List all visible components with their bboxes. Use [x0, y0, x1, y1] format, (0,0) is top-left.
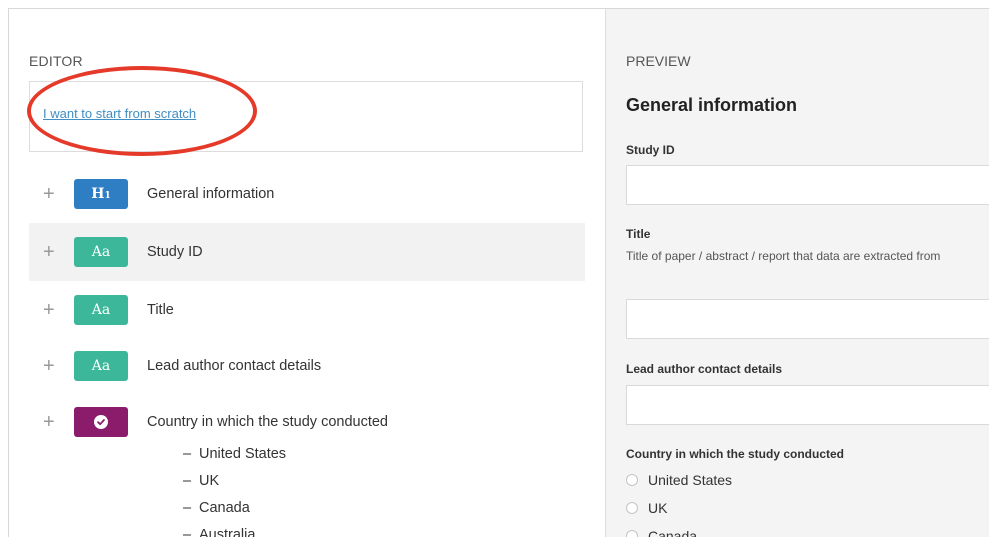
title-description: Title of paper / abstract / report that …	[626, 249, 941, 263]
radio-button[interactable]	[626, 474, 638, 486]
list-item: – UK	[183, 473, 220, 489]
app-frame: EDITOR I want to start from scratch + H1…	[8, 8, 989, 537]
editor-row-country[interactable]: + Country in which the study conducted	[29, 393, 585, 451]
study-id-label: Study ID	[626, 143, 675, 157]
editor-panel: EDITOR I want to start from scratch + H1…	[9, 9, 605, 537]
preview-panel: PREVIEW General information Study ID Tit…	[605, 9, 989, 537]
editor-title: EDITOR	[29, 53, 83, 69]
plus-icon[interactable]: +	[43, 412, 55, 432]
start-from-scratch-link[interactable]: I want to start from scratch	[43, 106, 196, 121]
title-label: Title	[626, 227, 651, 241]
editor-row-label: Study ID	[147, 244, 203, 260]
list-item: – Canada	[183, 500, 250, 516]
text-aa-icon: Aa	[74, 295, 128, 325]
plus-icon[interactable]: +	[43, 300, 55, 320]
text-aa-icon: Aa	[74, 351, 128, 381]
list-item: – United States	[183, 446, 287, 462]
country-radio-option[interactable]: United States	[626, 469, 732, 491]
country-radio-option[interactable]: UK	[626, 497, 667, 519]
editor-row-study-id[interactable]: + Aa Study ID	[29, 223, 585, 281]
radio-button[interactable]	[626, 530, 638, 537]
editor-row-general-information[interactable]: + H1 General information	[29, 165, 585, 223]
country-radio-option[interactable]: Canada	[626, 525, 697, 537]
study-id-input[interactable]	[626, 165, 989, 205]
check-circle-icon	[74, 407, 128, 437]
plus-icon[interactable]: +	[43, 184, 55, 204]
list-item: – Australia	[183, 527, 256, 537]
editor-row-lead-author[interactable]: + Aa Lead author contact details	[29, 337, 585, 395]
plus-icon[interactable]: +	[43, 356, 55, 376]
editor-row-title[interactable]: + Aa Title	[29, 281, 585, 339]
start-from-scratch-box: I want to start from scratch	[29, 81, 583, 152]
title-input[interactable]	[626, 299, 989, 339]
editor-row-label: General information	[147, 186, 275, 202]
preview-title: PREVIEW	[626, 53, 691, 69]
editor-row-label: Title	[147, 302, 174, 318]
plus-icon[interactable]: +	[43, 242, 55, 262]
country-options-list: – United States – UK – Canada – Australia	[183, 445, 286, 537]
radio-button[interactable]	[626, 502, 638, 514]
heading-h1-icon: H1	[74, 179, 128, 209]
editor-row-label: Country in which the study conducted	[147, 414, 388, 430]
lead-author-input[interactable]	[626, 385, 989, 425]
preview-section-heading: General information	[626, 95, 798, 115]
lead-author-label: Lead author contact details	[626, 362, 783, 376]
text-aa-icon: Aa	[74, 237, 128, 267]
country-label: Country in which the study conducted	[626, 447, 845, 461]
editor-row-label: Lead author contact details	[147, 358, 322, 374]
